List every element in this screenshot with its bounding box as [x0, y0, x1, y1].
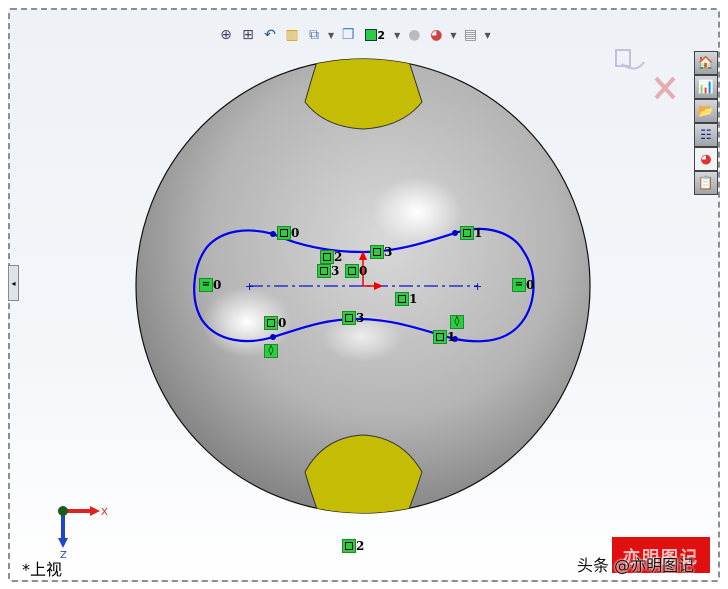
chevron-down-icon[interactable]: ▼: [394, 31, 400, 40]
relation-coincident[interactable]: 1: [433, 330, 455, 344]
file-explorer-tab[interactable]: 📂: [694, 99, 718, 123]
appearances-tab[interactable]: ◕: [694, 147, 718, 171]
view-orientation-icon[interactable]: ⧉: [305, 26, 323, 44]
relation-coincident[interactable]: 1: [395, 292, 417, 306]
design-library-tab[interactable]: 📊: [694, 75, 718, 99]
relation-symmetric[interactable]: ◊: [264, 344, 278, 358]
highlight: [372, 177, 462, 247]
centerline-endpoint[interactable]: +: [245, 280, 254, 293]
library-icon: 📊: [697, 79, 715, 95]
view-palette-tab[interactable]: ☷: [694, 123, 718, 147]
collapse-panel-handle[interactable]: ◂: [8, 265, 19, 301]
view-name-label: *上视: [22, 560, 63, 579]
centerline-endpoint[interactable]: +: [473, 280, 482, 293]
chevron-down-icon[interactable]: ▼: [450, 31, 456, 40]
apply-scene-icon[interactable]: ◕: [427, 26, 445, 44]
relation-tangent[interactable]: 3: [370, 245, 392, 259]
sketch-point[interactable]: [270, 231, 276, 237]
chevron-down-icon[interactable]: ▼: [484, 31, 490, 40]
relation-horizontal[interactable]: = 0: [512, 278, 534, 292]
relation-horizontal[interactable]: = 0: [199, 278, 221, 292]
zoom-to-fit-icon[interactable]: ⊕: [217, 26, 235, 44]
sketch-point[interactable]: [452, 230, 458, 236]
chevron-down-icon[interactable]: ▼: [328, 31, 334, 40]
view-palette-icon: ☷: [700, 127, 712, 143]
edit-appearance-icon[interactable]: ●: [405, 26, 423, 44]
relation-coincident[interactable]: 0: [277, 226, 299, 240]
relation-origin[interactable]: 0: [345, 264, 367, 278]
section-view-icon[interactable]: ▥: [283, 26, 301, 44]
view-settings-icon[interactable]: ▤: [461, 26, 479, 44]
confirmation-corner[interactable]: [615, 49, 676, 100]
heads-up-view-toolbar: ⊕ ⊞ ↶ ▥ ⧉ ▼ ❒ 2 ▼ ● ◕ ▼ ▤ ▼: [215, 24, 494, 46]
home-icon: 🏠: [697, 55, 715, 71]
relation-coincident[interactable]: 1: [460, 226, 482, 240]
triad-x-label: X: [101, 507, 108, 518]
clipboard-icon: 📋: [697, 175, 715, 191]
resources-tab[interactable]: 🏠: [694, 51, 718, 75]
display-style-icon[interactable]: ❒: [339, 26, 357, 44]
relation-tangent[interactable]: 2: [320, 250, 342, 264]
appearance-ball-icon: ◕: [700, 151, 712, 167]
exit-sketch-icon: [615, 49, 645, 70]
zoom-to-area-icon[interactable]: ⊞: [239, 26, 257, 44]
relation-tangent[interactable]: 3: [317, 264, 339, 278]
watermark-text: 头条 @亦明图记: [577, 556, 695, 575]
relation-count: 2: [377, 28, 385, 42]
previous-view-icon[interactable]: ↶: [261, 26, 279, 44]
cancel-icon: [654, 76, 676, 100]
relation-tangent[interactable]: 3: [342, 311, 364, 325]
coordinate-triad: X Z: [58, 506, 108, 561]
relation-symmetric[interactable]: ◊: [450, 315, 464, 329]
graphics-area[interactable]: + + X Z ⊕ ⊞ ↶ ▥ ⧉ ▼ ❒ 2 ▼ ● ◕ ▼ ▤ ▼: [8, 8, 720, 582]
relation-coincident[interactable]: 0: [264, 316, 286, 330]
relation-coincident[interactable]: 2: [342, 539, 364, 553]
model-viewport[interactable]: + + X Z: [10, 10, 718, 580]
custom-properties-tab[interactable]: 📋: [694, 171, 718, 195]
display-relations-icon[interactable]: 2: [361, 26, 389, 44]
sketch-point[interactable]: [270, 334, 276, 340]
top-yellow-face: [304, 59, 423, 130]
folder-icon: 📂: [697, 103, 715, 119]
